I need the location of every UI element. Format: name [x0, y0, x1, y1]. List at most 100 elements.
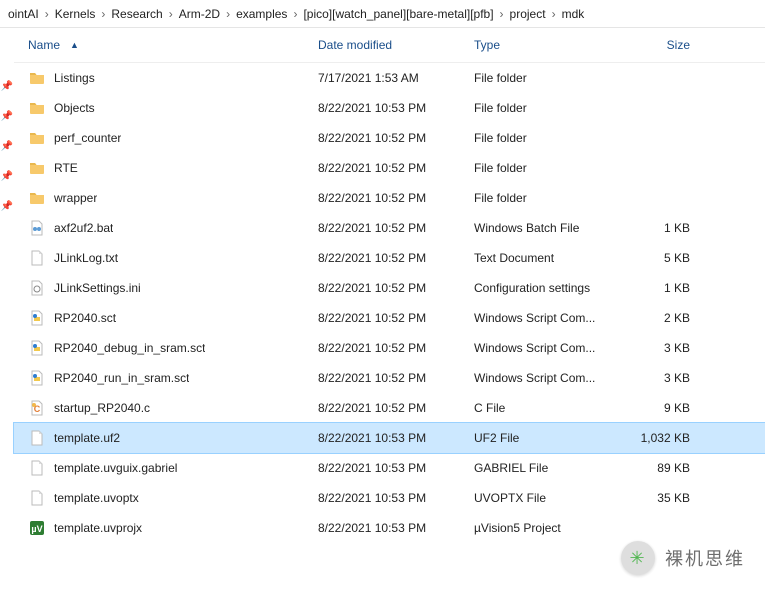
- file-name: startup_RP2040.c: [54, 401, 150, 415]
- folder-icon: [28, 69, 46, 87]
- breadcrumb[interactable]: ointAI›Kernels›Research›Arm-2D›examples›…: [0, 0, 765, 28]
- txt-icon: [28, 249, 46, 267]
- folder-icon: [28, 159, 46, 177]
- watermark: ✳ 裸机思维: [621, 541, 745, 575]
- content-area: 📌📌📌📌📌📌📌📌📌📌📌📌📌📌📌📌 Name ▲ Date modified Ty…: [0, 28, 765, 593]
- file-size: 9 KB: [614, 401, 714, 415]
- file-row[interactable]: template.uvguix.gabriel 8/22/2021 10:53 P…: [14, 453, 765, 483]
- column-header-size[interactable]: Size: [614, 38, 714, 52]
- file-date: 8/22/2021 10:52 PM: [318, 221, 474, 235]
- file-row[interactable]: µV template.uvprojx 8/22/2021 10:53 PMµVis…: [14, 513, 765, 543]
- column-header-name[interactable]: Name ▲: [28, 38, 318, 52]
- breadcrumb-item[interactable]: Research: [109, 7, 164, 21]
- file-size: 3 KB: [614, 341, 714, 355]
- file-type: µVision5 Project: [474, 521, 614, 535]
- file-type: Windows Script Com...: [474, 341, 614, 355]
- column-header-row: Name ▲ Date modified Type Size: [14, 28, 765, 63]
- breadcrumb-item[interactable]: Arm-2D: [177, 7, 222, 21]
- pin-icon: 📌: [3, 132, 11, 162]
- file-row[interactable]: RP2040.sct8/22/2021 10:52 PMWindows Scri…: [14, 303, 765, 333]
- watermark-text: 裸机思维: [665, 545, 745, 571]
- bat-icon: [28, 219, 46, 237]
- file-date: 8/22/2021 10:52 PM: [318, 311, 474, 325]
- file-row[interactable]: Cstartup_RP2040.c8/22/2021 10:52 PMC Fil…: [14, 393, 765, 423]
- pin-icon: 📌: [3, 162, 11, 192]
- file-size: 5 KB: [614, 251, 714, 265]
- sct-icon: [28, 369, 46, 387]
- pin-icon: 📌: [3, 192, 11, 222]
- file-row[interactable]: JLinkSettings.ini8/22/2021 10:52 PMConfi…: [14, 273, 765, 303]
- file-size: 89 KB: [614, 461, 714, 475]
- file-type: UVOPTX File: [474, 491, 614, 505]
- file-name: Objects: [54, 101, 95, 115]
- file-date: 8/22/2021 10:52 PM: [318, 161, 474, 175]
- file-row[interactable]: axf2uf2.bat 8/22/2021 10:52 PMWindows Bat…: [14, 213, 765, 243]
- breadcrumb-item[interactable]: [pico][watch_panel][bare-metal][pfb]: [301, 7, 495, 21]
- file-name: template.uvprojx: [54, 521, 142, 535]
- chevron-right-icon: ›: [289, 7, 301, 21]
- breadcrumb-item[interactable]: mdk: [560, 7, 587, 21]
- breadcrumb-item[interactable]: examples: [234, 7, 289, 21]
- file-name: wrapper: [54, 191, 97, 205]
- svg-text:µV: µV: [31, 524, 42, 534]
- file-list[interactable]: Name ▲ Date modified Type Size Listings7…: [14, 28, 765, 593]
- file-date: 8/22/2021 10:52 PM: [318, 191, 474, 205]
- file-row[interactable]: template.uf28/22/2021 10:53 PMUF2 File1,…: [14, 423, 765, 453]
- chevron-right-icon: ›: [165, 7, 177, 21]
- column-header-date[interactable]: Date modified: [318, 38, 474, 52]
- file-type: File folder: [474, 191, 614, 205]
- file-type: File folder: [474, 71, 614, 85]
- file-date: 8/22/2021 10:53 PM: [318, 431, 474, 445]
- file-type: Windows Batch File: [474, 221, 614, 235]
- file-row[interactable]: RP2040_debug_in_sram.sct 8/22/2021 10:52 …: [14, 333, 765, 363]
- chevron-right-icon: ›: [548, 7, 560, 21]
- folder-icon: [28, 189, 46, 207]
- pin-gutter: 📌📌📌📌📌📌📌📌📌📌📌📌📌📌📌📌: [0, 28, 14, 593]
- file-date: 8/22/2021 10:52 PM: [318, 371, 474, 385]
- file-name: RP2040_run_in_sram.sct: [54, 371, 189, 385]
- sct-icon: [28, 309, 46, 327]
- column-header-type[interactable]: Type: [474, 38, 614, 52]
- file-date: 8/22/2021 10:53 PM: [318, 521, 474, 535]
- file-date: 8/22/2021 10:52 PM: [318, 251, 474, 265]
- file-name: template.uvguix.gabriel: [54, 461, 177, 475]
- file-row[interactable]: wrapper 8/22/2021 10:52 PMFile folder: [14, 183, 765, 213]
- file-date: 8/22/2021 10:53 PM: [318, 461, 474, 475]
- file-type: Configuration settings: [474, 281, 614, 295]
- breadcrumb-item[interactable]: Kernels: [53, 7, 98, 21]
- file-row[interactable]: Listings7/17/2021 1:53 AMFile folder: [14, 63, 765, 93]
- file-name: RTE: [54, 161, 78, 175]
- pin-icon: 📌: [3, 102, 11, 132]
- file-size: 35 KB: [614, 491, 714, 505]
- file-row[interactable]: template.uvoptx8/22/2021 10:53 PMUVOPTX …: [14, 483, 765, 513]
- file-date: 8/22/2021 10:52 PM: [318, 401, 474, 415]
- file-date: 8/22/2021 10:52 PM: [318, 341, 474, 355]
- file-name: axf2uf2.bat: [54, 221, 113, 235]
- breadcrumb-item[interactable]: ointAI: [6, 7, 41, 21]
- file-row[interactable]: perf_counter8/22/2021 10:52 PMFile folde…: [14, 123, 765, 153]
- file-row[interactable]: RTE 8/22/2021 10:52 PMFile folder: [14, 153, 765, 183]
- file-size: 1 KB: [614, 281, 714, 295]
- file-type: File folder: [474, 161, 614, 175]
- file-name: RP2040_debug_in_sram.sct: [54, 341, 205, 355]
- chevron-right-icon: ›: [496, 7, 508, 21]
- file-date: 7/17/2021 1:53 AM: [318, 71, 474, 85]
- ini-icon: [28, 279, 46, 297]
- file-row[interactable]: JLinkLog.txt8/22/2021 10:52 PMText Docum…: [14, 243, 765, 273]
- file-row[interactable]: RP2040_run_in_sram.sct 8/22/2021 10:52 PM…: [14, 363, 765, 393]
- file-type: Text Document: [474, 251, 614, 265]
- folder-icon: [28, 99, 46, 117]
- file-size: 1,032 KB: [614, 431, 714, 445]
- chevron-right-icon: ›: [97, 7, 109, 21]
- file-type: GABRIEL File: [474, 461, 614, 475]
- file-type: File folder: [474, 101, 614, 115]
- file-date: 8/22/2021 10:53 PM: [318, 491, 474, 505]
- uvprojx-icon: µV: [28, 519, 46, 537]
- file-date: 8/22/2021 10:52 PM: [318, 281, 474, 295]
- breadcrumb-item[interactable]: project: [508, 7, 548, 21]
- file-type: Windows Script Com...: [474, 311, 614, 325]
- pin-icon: 📌: [3, 72, 11, 102]
- generic-icon: [28, 489, 46, 507]
- chevron-right-icon: ›: [222, 7, 234, 21]
- file-row[interactable]: Objects8/22/2021 10:53 PMFile folder: [14, 93, 765, 123]
